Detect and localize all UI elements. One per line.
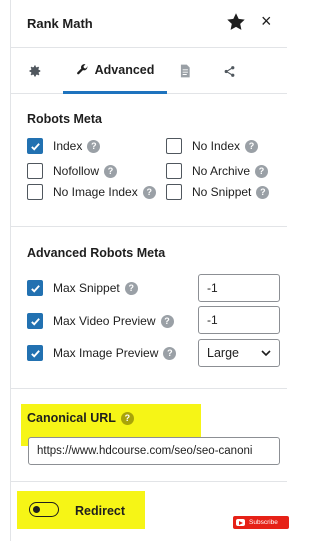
checkbox-no-archive-label: No Archive	[192, 164, 251, 178]
max-video-preview-row[interactable]: Max Video Preview ?	[27, 313, 174, 329]
star-icon[interactable]	[225, 11, 247, 33]
max-image-preview-select[interactable]: Large	[198, 339, 280, 367]
tab-advanced[interactable]: Advanced	[63, 48, 167, 94]
document-icon	[180, 64, 190, 78]
checkbox-max-image-preview[interactable]	[27, 345, 43, 361]
subscribe-label: Subscribe	[249, 519, 278, 526]
checkbox-max-video-preview[interactable]	[27, 313, 43, 329]
help-icon[interactable]: ?	[142, 185, 156, 199]
section-divider	[11, 226, 287, 227]
help-icon[interactable]: ?	[160, 314, 174, 328]
section-divider	[11, 481, 287, 482]
chevron-down-icon	[261, 349, 271, 356]
max-video-preview-label: Max Video Preview	[53, 314, 156, 328]
checkbox-index-row[interactable]: Index ?	[27, 138, 101, 154]
help-icon[interactable]: ?	[120, 411, 134, 425]
max-image-preview-label: Max Image Preview	[53, 346, 159, 360]
help-icon[interactable]: ?	[104, 164, 118, 178]
help-icon[interactable]: ?	[87, 139, 101, 153]
max-snippet-row[interactable]: Max Snippet ?	[27, 280, 138, 296]
close-icon[interactable]: ×	[261, 12, 272, 30]
youtube-play-icon	[236, 519, 245, 526]
checkmark-icon	[30, 284, 40, 293]
checkbox-max-snippet[interactable]	[27, 280, 43, 296]
panel-header: Rank Math ×	[11, 0, 287, 48]
help-icon[interactable]: ?	[255, 164, 269, 178]
checkbox-no-image-index[interactable]	[27, 184, 43, 200]
checkbox-index-label: Index	[53, 139, 83, 153]
tab-general[interactable]	[21, 48, 49, 94]
gear-icon	[29, 65, 41, 77]
checkbox-nofollow-label: Nofollow	[53, 164, 100, 178]
max-image-preview-row[interactable]: Max Image Preview ?	[27, 345, 177, 361]
canonical-url-label: Canonical URL ?	[27, 411, 134, 425]
checkbox-nofollow-row[interactable]: Nofollow ?	[27, 163, 118, 179]
redirect-label: Redirect	[75, 504, 126, 518]
checkbox-no-archive-row[interactable]: No Archive ?	[166, 163, 269, 179]
max-snippet-input[interactable]: -1	[198, 274, 280, 302]
canonical-url-input[interactable]: https://www.hdcourse.com/seo/seo-canoni	[28, 437, 280, 465]
checkbox-no-image-index-label: No Image Index	[53, 185, 138, 199]
help-icon[interactable]: ?	[163, 346, 177, 360]
tab-bar: Advanced	[11, 48, 287, 94]
subscribe-button[interactable]: Subscribe	[233, 516, 289, 529]
share-icon	[224, 65, 234, 77]
section-divider	[11, 388, 287, 389]
tab-schema[interactable]	[171, 48, 199, 94]
advanced-robots-meta-title: Advanced Robots Meta	[27, 246, 166, 260]
checkbox-no-snippet-label: No Snippet	[192, 185, 252, 199]
checkbox-no-snippet-row[interactable]: No Snippet ?	[166, 184, 270, 200]
rank-math-panel: Rank Math × Advanced Robots Meta Index ?…	[10, 0, 289, 541]
max-snippet-label: Max Snippet	[53, 281, 120, 295]
panel-title: Rank Math	[27, 16, 93, 31]
checkbox-no-snippet[interactable]	[166, 184, 182, 200]
max-image-preview-value: Large	[207, 346, 239, 360]
checkbox-no-index-row[interactable]: No Index ?	[166, 138, 259, 154]
checkbox-index[interactable]	[27, 138, 43, 154]
checkbox-no-image-index-row[interactable]: No Image Index ?	[27, 184, 156, 200]
wrench-icon	[76, 64, 88, 75]
checkbox-no-index-label: No Index	[192, 139, 241, 153]
checkmark-icon	[30, 317, 40, 326]
help-icon[interactable]: ?	[245, 139, 259, 153]
robots-meta-title: Robots Meta	[27, 112, 102, 126]
checkmark-icon	[30, 349, 40, 358]
redirect-toggle[interactable]	[29, 502, 59, 517]
tab-advanced-label: Advanced	[94, 62, 155, 77]
checkmark-icon	[30, 142, 40, 151]
checkbox-no-index[interactable]	[166, 138, 182, 154]
max-video-preview-input[interactable]: -1	[198, 306, 280, 334]
help-icon[interactable]: ?	[256, 185, 270, 199]
toggle-knob	[33, 505, 40, 513]
tab-social[interactable]	[215, 48, 243, 94]
checkbox-no-archive[interactable]	[166, 163, 182, 179]
canonical-url-text: Canonical URL	[27, 411, 116, 425]
help-icon[interactable]: ?	[124, 281, 138, 295]
checkbox-nofollow[interactable]	[27, 163, 43, 179]
